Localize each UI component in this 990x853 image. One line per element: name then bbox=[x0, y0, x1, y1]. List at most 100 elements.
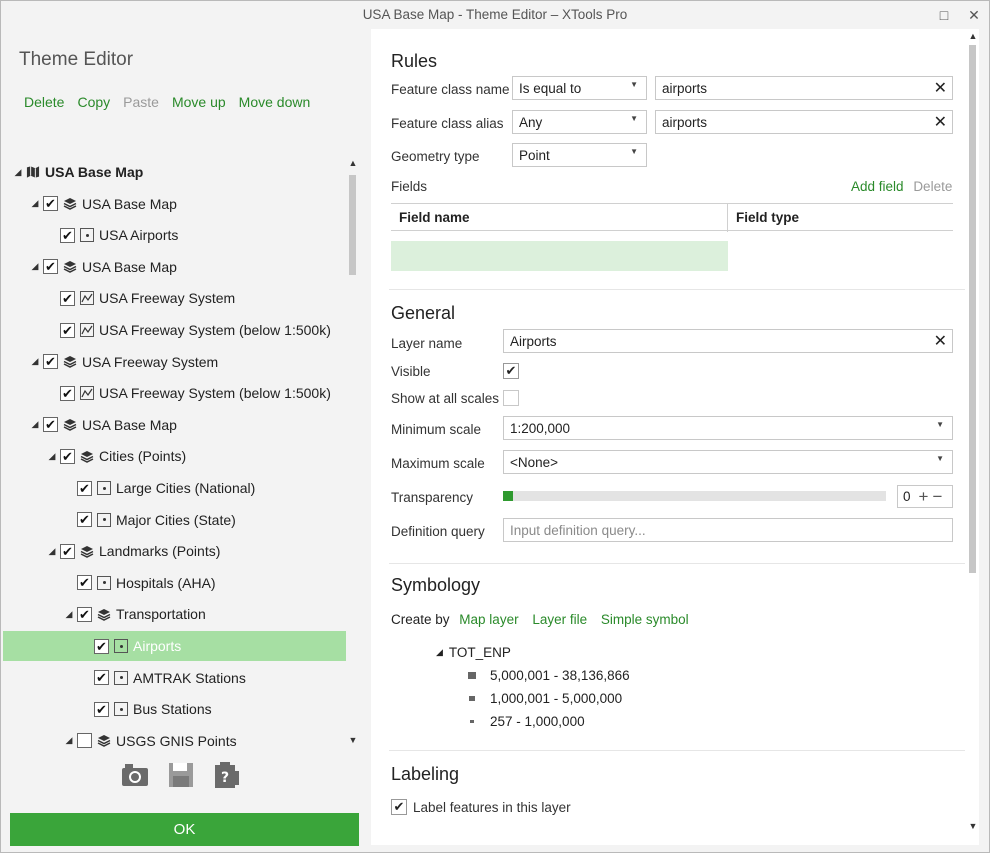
transparency-slider[interactable] bbox=[503, 491, 886, 501]
layer-visibility-checkbox[interactable] bbox=[77, 733, 92, 749]
layer-visibility-checkbox[interactable] bbox=[77, 512, 92, 528]
expand-triangle-icon[interactable]: ◢ bbox=[30, 356, 40, 367]
tree-item[interactable]: ◢ USA Base Map bbox=[1, 189, 347, 219]
tree-item[interactable]: Bus Stations bbox=[1, 694, 347, 724]
layer-visibility-checkbox[interactable] bbox=[94, 670, 109, 686]
scroll-up-icon[interactable]: ▲ bbox=[347, 158, 359, 168]
tree-item-label: Major Cities (State) bbox=[116, 511, 236, 528]
label-features-checkbox[interactable] bbox=[391, 799, 407, 815]
tree-item[interactable]: ◢ Landmarks (Points) bbox=[1, 536, 347, 566]
expand-triangle-icon[interactable]: ◢ bbox=[64, 735, 74, 746]
layer-visibility-checkbox[interactable] bbox=[43, 417, 58, 433]
layer-visibility-checkbox[interactable] bbox=[77, 480, 92, 496]
clipboard-help-icon[interactable]: ? bbox=[213, 761, 241, 789]
clear-icon[interactable]: ✕ bbox=[934, 112, 947, 132]
tree-item[interactable]: USA Freeway System (below 1:500k) bbox=[1, 315, 347, 345]
tree-item[interactable]: Major Cities (State) bbox=[1, 505, 347, 535]
camera-icon[interactable] bbox=[121, 761, 149, 789]
scroll-down-icon[interactable]: ▼ bbox=[347, 735, 359, 745]
simple-symbol-link[interactable]: Simple symbol bbox=[601, 612, 689, 627]
tree-item-label: Cities (Points) bbox=[99, 448, 187, 465]
expand-triangle-icon[interactable]: ◢ bbox=[13, 167, 23, 178]
expand-triangle-icon[interactable]: ◢ bbox=[47, 451, 57, 462]
close-icon[interactable]: ✕ bbox=[964, 5, 984, 25]
feature-class-alias-input[interactable]: airports ✕ bbox=[655, 110, 953, 134]
tree-item[interactable]: Airports bbox=[3, 631, 346, 661]
layer-visibility-checkbox[interactable] bbox=[60, 290, 75, 306]
feature-class-name-input[interactable]: airports ✕ bbox=[655, 76, 953, 100]
definition-query-input[interactable]: Input definition query... bbox=[503, 518, 953, 542]
layers-icon bbox=[97, 734, 111, 748]
expand-triangle-icon[interactable]: ◢ bbox=[30, 261, 40, 272]
tree-item[interactable]: USA Airports bbox=[1, 220, 347, 250]
layer-visibility-checkbox[interactable] bbox=[94, 701, 109, 717]
feature-class-name-operator[interactable]: Is equal to ▼ bbox=[512, 76, 647, 100]
scroll-up-icon[interactable]: ▲ bbox=[967, 31, 979, 41]
tree-item[interactable]: AMTRAK Stations bbox=[1, 663, 347, 693]
plus-icon[interactable]: + bbox=[919, 487, 929, 507]
scroll-thumb[interactable] bbox=[349, 175, 356, 275]
expand-triangle-icon[interactable]: ◢ bbox=[30, 198, 40, 209]
paste-button[interactable]: Paste bbox=[123, 94, 159, 110]
copy-button[interactable]: Copy bbox=[77, 94, 110, 110]
clear-icon[interactable]: ✕ bbox=[934, 78, 947, 98]
tree-item[interactable]: USA Freeway System bbox=[1, 283, 347, 313]
rules-heading: Rules bbox=[391, 51, 438, 71]
minus-icon[interactable]: − bbox=[932, 487, 942, 507]
save-icon[interactable] bbox=[167, 761, 195, 789]
layer-visibility-checkbox[interactable] bbox=[43, 259, 58, 275]
tree-item[interactable]: Hospitals (AHA) bbox=[1, 568, 347, 598]
expand-triangle-icon[interactable]: ◢ bbox=[47, 546, 57, 557]
move-down-button[interactable]: Move down bbox=[239, 94, 311, 110]
tree-item[interactable]: ◢ USA Base Map bbox=[1, 157, 347, 187]
layer-file-link[interactable]: Layer file bbox=[532, 612, 587, 627]
add-field-button[interactable]: Add field bbox=[851, 179, 904, 194]
layer-name-input[interactable]: Airports ✕ bbox=[503, 329, 953, 353]
scroll-thumb[interactable] bbox=[969, 45, 976, 573]
fields-grid-new-row[interactable] bbox=[391, 241, 728, 271]
layer-visibility-checkbox[interactable] bbox=[60, 448, 75, 464]
layer-visibility-checkbox[interactable] bbox=[60, 543, 75, 559]
transparency-value[interactable]: 0 bbox=[903, 489, 911, 504]
layer-visibility-checkbox[interactable] bbox=[94, 638, 109, 654]
symbology-field-node[interactable]: ◢ TOT_ENP bbox=[436, 645, 511, 660]
clear-icon[interactable]: ✕ bbox=[934, 331, 947, 351]
tree-item[interactable]: ◢ USA Base Map bbox=[1, 410, 347, 440]
delete-button[interactable]: Delete bbox=[24, 94, 64, 110]
geometry-type-select[interactable]: Point ▼ bbox=[512, 143, 647, 167]
delete-field-button[interactable]: Delete bbox=[913, 179, 952, 194]
tree-item[interactable]: ◢ Transportation bbox=[1, 599, 347, 629]
label-features-label: Label features in this layer bbox=[413, 800, 571, 815]
minimum-scale-select[interactable]: 1:200,000 ▼ bbox=[503, 416, 953, 440]
field-type-column[interactable]: Field type bbox=[736, 210, 799, 225]
maximize-icon[interactable]: □ bbox=[934, 5, 954, 25]
tree-item[interactable]: Large Cities (National) bbox=[1, 473, 347, 503]
show-all-scales-checkbox[interactable] bbox=[503, 390, 519, 406]
ok-button[interactable]: OK bbox=[10, 813, 359, 846]
tree-item[interactable]: ◢ USA Freeway System bbox=[1, 347, 347, 377]
transparency-stepper[interactable]: 0 + − bbox=[897, 485, 953, 508]
tree-item[interactable]: ◢ Cities (Points) bbox=[1, 441, 347, 471]
map-layer-link[interactable]: Map layer bbox=[459, 612, 518, 627]
layer-tree[interactable]: ◢ USA Base Map ◢ USA Base Map USA Airports ◢ U… bbox=[1, 157, 347, 749]
tree-item[interactable]: USA Freeway System (below 1:500k) bbox=[1, 378, 347, 408]
field-name-column[interactable]: Field name bbox=[399, 210, 470, 225]
layer-visibility-checkbox[interactable] bbox=[60, 227, 75, 243]
tree-item[interactable]: ◢ USA Base Map bbox=[1, 252, 347, 282]
expand-triangle-icon[interactable]: ◢ bbox=[64, 609, 74, 620]
feature-class-alias-operator[interactable]: Any ▼ bbox=[512, 110, 647, 134]
layer-visibility-checkbox[interactable] bbox=[43, 354, 58, 370]
move-up-button[interactable]: Move up bbox=[172, 94, 226, 110]
layer-visibility-checkbox[interactable] bbox=[77, 575, 92, 591]
layer-visibility-checkbox[interactable] bbox=[60, 385, 75, 401]
layer-visibility-checkbox[interactable] bbox=[77, 606, 92, 622]
visible-checkbox[interactable] bbox=[503, 363, 519, 379]
layer-visibility-checkbox[interactable] bbox=[60, 322, 75, 338]
layer-visibility-checkbox[interactable] bbox=[43, 196, 58, 212]
scroll-down-icon[interactable]: ▼ bbox=[967, 821, 979, 831]
maximum-scale-select[interactable]: <None> ▼ bbox=[503, 450, 953, 474]
expand-triangle-icon[interactable]: ◢ bbox=[30, 419, 40, 430]
tree-item[interactable]: ◢ USGS GNIS Points bbox=[1, 726, 347, 749]
properties-scrollbar[interactable]: ▲ ▼ bbox=[967, 31, 979, 837]
tree-scrollbar[interactable]: ▲ ▼ bbox=[347, 157, 359, 749]
